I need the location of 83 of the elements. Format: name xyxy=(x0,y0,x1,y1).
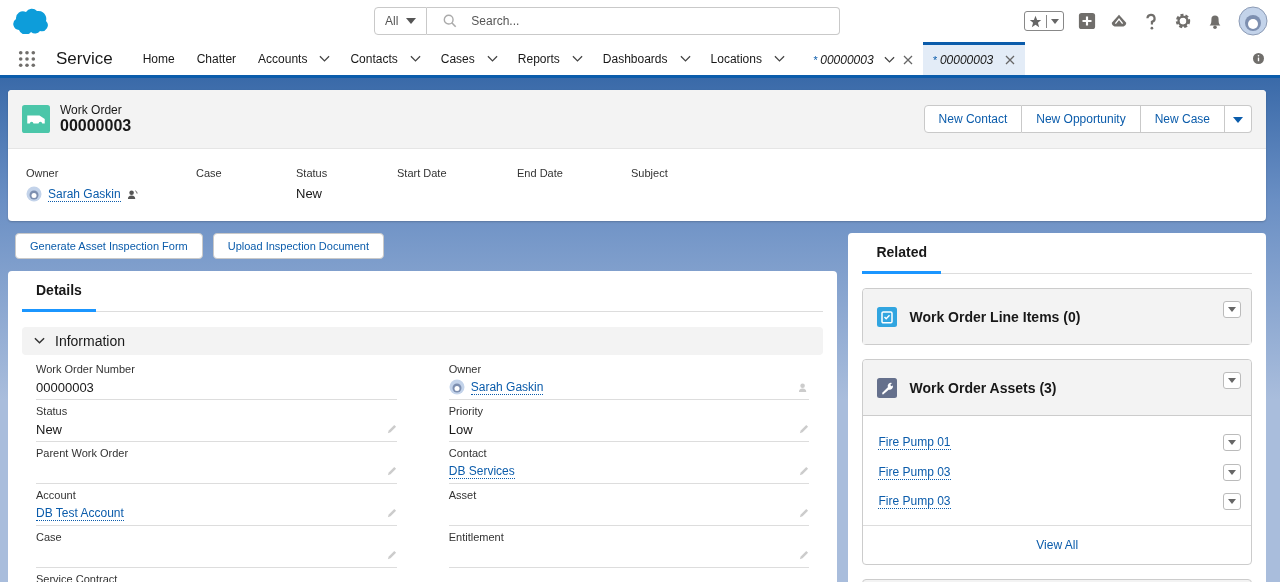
field-label: Subject xyxy=(631,167,668,179)
chevron-down-icon[interactable] xyxy=(319,54,331,63)
app-name: Service xyxy=(56,48,113,69)
field-label: Work Order Number xyxy=(36,363,136,375)
change-owner-icon[interactable] xyxy=(126,188,138,200)
nav-item[interactable]: Reports xyxy=(517,51,601,66)
dropdown-button[interactable] xyxy=(1223,493,1241,511)
workspace-tab[interactable]: * 00000003 xyxy=(802,42,923,75)
search-field[interactable]: Search... xyxy=(469,13,839,29)
action-button[interactable]: New Case xyxy=(1140,105,1225,133)
related-list-title[interactable]: Work Order Assets (3) xyxy=(909,379,1057,396)
nav-item[interactable]: Home xyxy=(142,51,175,66)
field-label: Owner xyxy=(448,363,483,375)
field-value: New xyxy=(296,186,323,201)
field-label: Status xyxy=(296,167,329,179)
asset-link[interactable]: Fire Pump 03 xyxy=(878,494,951,510)
field-label: End Date xyxy=(517,167,564,179)
cloud-logo[interactable] xyxy=(12,8,48,34)
nav-item[interactable]: Cases xyxy=(440,51,516,66)
info-icon[interactable] xyxy=(1253,53,1264,64)
record-number: 00000003 xyxy=(60,117,132,135)
dropdown-button[interactable] xyxy=(1223,301,1241,318)
field-label: Account xyxy=(36,489,77,501)
nav-item[interactable]: Contacts xyxy=(350,51,439,66)
related-tab[interactable]: Related xyxy=(862,244,942,274)
owner-link[interactable]: Sarah Gaskin xyxy=(470,379,544,395)
record-link[interactable]: DB Services xyxy=(448,463,515,479)
field-value: 00000003 xyxy=(36,379,94,395)
field-label: Status xyxy=(36,405,69,417)
chevron-down-icon[interactable] xyxy=(679,54,691,63)
van-icon xyxy=(22,105,50,133)
workspace-tab[interactable]: * 00000003 xyxy=(922,42,1026,75)
record-type: Work Order xyxy=(60,103,123,117)
close-icon[interactable] xyxy=(1005,55,1016,65)
user-avatar-icon xyxy=(448,379,465,395)
search-field[interactable]: Search... xyxy=(427,7,840,35)
settings-icon[interactable] xyxy=(1174,12,1192,30)
close-icon[interactable] xyxy=(902,55,913,65)
action-button[interactable]: Generate Asset Inspection Form xyxy=(15,233,203,259)
dropdown-button[interactable] xyxy=(1223,372,1241,389)
details-tab[interactable]: Details xyxy=(22,282,96,312)
asset-link[interactable]: Fire Pump 01 xyxy=(878,435,951,451)
field-label: Priority xyxy=(448,405,484,417)
view-all-link[interactable]: View All xyxy=(1036,537,1079,552)
add-icon[interactable] xyxy=(1078,12,1096,30)
asset-link[interactable]: Fire Pump 03 xyxy=(878,464,951,480)
chevron-down-icon[interactable] xyxy=(883,56,895,64)
user-avatar-icon xyxy=(26,186,42,202)
field-value: Low xyxy=(448,421,473,437)
nav-item[interactable]: Dashboards xyxy=(602,51,709,66)
chevron-down-icon[interactable] xyxy=(571,54,583,63)
more-actions-button[interactable] xyxy=(1225,105,1252,133)
record-link[interactable]: DB Test Account xyxy=(36,505,124,521)
field-label: Case xyxy=(196,167,223,179)
related-list-title[interactable]: Work Order Line Items (0) xyxy=(909,308,1081,325)
nav-item[interactable]: Chatter xyxy=(196,51,237,66)
action-button[interactable]: New Opportunity xyxy=(1022,105,1141,133)
dropdown-button[interactable] xyxy=(1223,434,1241,452)
nav-item[interactable]: Locations xyxy=(710,51,803,66)
chevron-down-icon[interactable] xyxy=(486,54,498,63)
field-label: Parent Work Order xyxy=(36,447,130,459)
field-label: Owner xyxy=(26,167,60,179)
nav-item[interactable]: Accounts xyxy=(258,51,349,66)
favorites-button[interactable] xyxy=(1024,11,1064,31)
section-header[interactable]: Information xyxy=(22,327,824,355)
field-value: New xyxy=(36,421,62,437)
search-icon xyxy=(443,14,458,28)
field-label: Contact xyxy=(448,447,488,459)
field-label: Case xyxy=(36,531,63,543)
field-label: Asset xyxy=(448,489,478,501)
app-launcher-icon[interactable] xyxy=(18,49,36,68)
action-button[interactable]: New Contact xyxy=(923,105,1023,133)
clipboard-icon xyxy=(877,306,898,327)
field-label: Entitlement xyxy=(448,531,505,543)
avatar-icon[interactable] xyxy=(1238,6,1268,36)
action-button[interactable]: Upload Inspection Document xyxy=(212,233,384,259)
field-label: Start Date xyxy=(397,167,448,179)
search-scope-dropdown[interactable]: All xyxy=(374,7,428,35)
owner-link[interactable]: Sarah Gaskin xyxy=(48,186,121,202)
dropdown-button[interactable] xyxy=(1223,463,1241,481)
chevron-down-icon[interactable] xyxy=(773,54,785,63)
wrench-icon xyxy=(877,377,898,398)
chevron-down-icon[interactable] xyxy=(409,54,421,63)
